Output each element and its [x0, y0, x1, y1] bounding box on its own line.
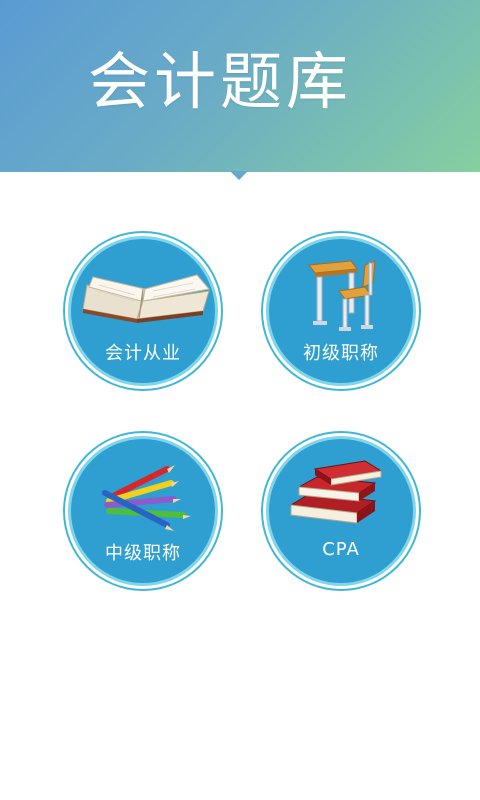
- category-label: 中级职称: [105, 543, 181, 564]
- category-label: 初级职称: [303, 343, 379, 364]
- category-cpa-button[interactable]: CPA: [266, 436, 416, 586]
- category-label: 会计从业: [105, 343, 181, 364]
- category-accounting-qualification-button[interactable]: 会计从业: [68, 236, 218, 386]
- app-screen: 会计题库 会计从业 初级职称 中级职称 CPA: [0, 0, 480, 800]
- category-intermediate-title-button[interactable]: 中级职称: [68, 436, 218, 586]
- category-junior-title-button[interactable]: 初级职称: [266, 236, 416, 386]
- header-pointer: [230, 171, 248, 180]
- header-banner: 会计题库: [0, 0, 480, 172]
- category-label: CPA: [322, 539, 360, 560]
- stacked-books-icon: [289, 460, 383, 524]
- app-title: 会计题库: [88, 45, 353, 118]
